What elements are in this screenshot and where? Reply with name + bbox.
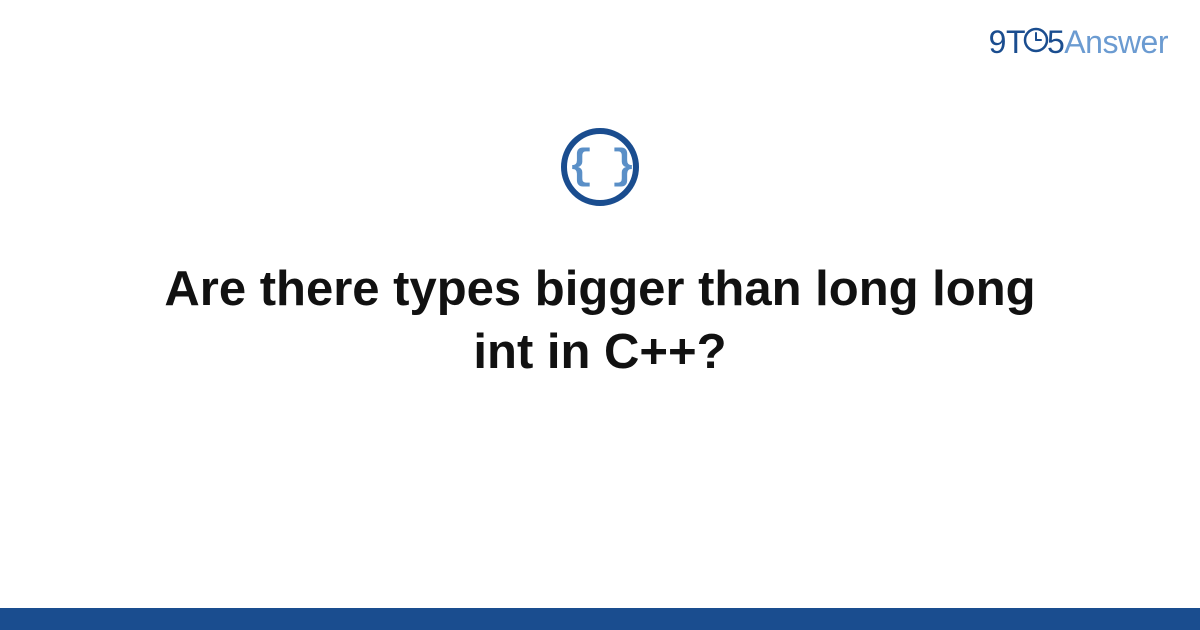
logo-text-answer: Answer	[1064, 24, 1168, 60]
footer-bar	[0, 608, 1200, 630]
logo-text-nine: 9	[989, 24, 1006, 60]
site-logo: 9T5Answer	[989, 24, 1168, 63]
logo-text-five: 5	[1047, 24, 1064, 60]
clock-icon	[1023, 24, 1049, 61]
code-braces-icon: { }	[568, 146, 632, 188]
main-content: { } Are there types bigger than long lon…	[0, 128, 1200, 383]
category-icon-circle: { }	[561, 128, 639, 206]
question-title: Are there types bigger than long long in…	[100, 258, 1100, 383]
